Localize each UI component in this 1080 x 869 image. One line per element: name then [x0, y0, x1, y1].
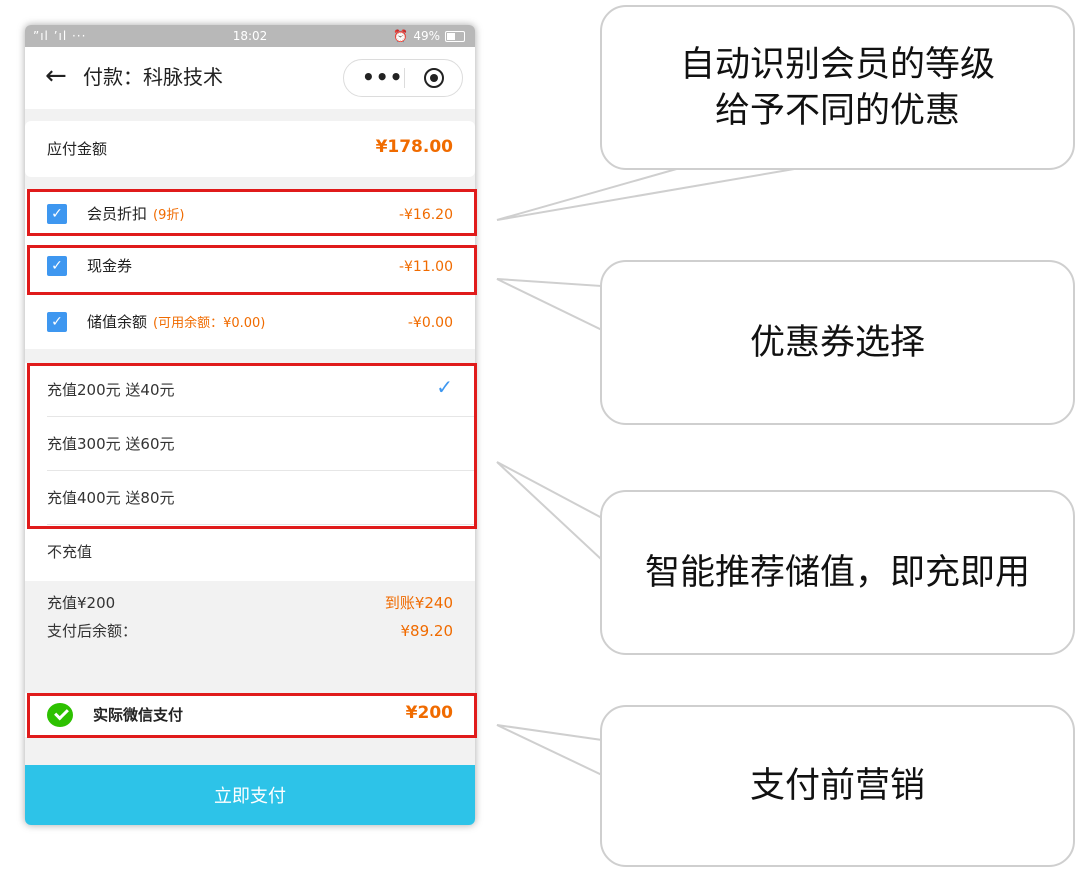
pointer-recharge: [497, 462, 602, 560]
more-icon[interactable]: •••: [362, 65, 403, 89]
page-title: 付款：科脉技术: [83, 63, 223, 91]
callout-member-line2: 给予不同的优惠: [715, 88, 960, 134]
pointer-payment: [497, 725, 602, 775]
target-icon[interactable]: [424, 68, 444, 88]
amount-due-value: ¥178.00: [376, 137, 453, 157]
highlight-recharge-options: [27, 363, 477, 529]
amount-due-label: 应付金额: [47, 139, 107, 159]
recharge-option-label: 不充值: [47, 542, 92, 562]
pay-now-button[interactable]: 立即支付: [25, 765, 475, 825]
highlight-coupon: [27, 245, 477, 295]
back-arrow-icon[interactable]: ←: [45, 61, 67, 91]
callout-recharge-text: 智能推荐储值，即充即用: [645, 550, 1030, 596]
recharge-option-none[interactable]: 不充值: [25, 525, 475, 579]
status-right: ⏰ 49%: [393, 29, 465, 43]
recharge-amount-label: 充值¥200: [47, 593, 115, 613]
status-bar: ”ıl ’ıl ··· 18:02 ⏰ 49%: [25, 25, 475, 47]
nav-bar: ← 付款：科脉技术 •••: [25, 47, 475, 109]
battery-icon: [445, 31, 465, 42]
callout-member-line1: 自动识别会员的等级: [680, 42, 995, 88]
credited-amount: 到账¥240: [385, 593, 453, 613]
checkbox-checked-icon[interactable]: ✓: [47, 312, 67, 332]
stored-balance-hint: (可用余额：¥0.00): [153, 316, 265, 331]
stored-balance-label: 储值余额(可用余额：¥0.00): [87, 312, 265, 334]
callout-recharge: 智能推荐储值，即充即用: [600, 490, 1075, 655]
capsule-divider: [404, 68, 405, 88]
highlight-member-discount: [27, 189, 477, 236]
callout-member-discount: 自动识别会员的等级 给予不同的优惠: [600, 5, 1075, 170]
callout-payment-text: 支付前营销: [750, 763, 925, 809]
callout-payment: 支付前营销: [600, 705, 1075, 867]
callout-coupon-text: 优惠券选择: [750, 320, 925, 366]
battery-percent: 49%: [413, 29, 440, 43]
stored-balance-value: -¥0.00: [408, 313, 453, 333]
pointer-member: [497, 168, 800, 220]
alarm-icon: ⏰: [393, 29, 408, 43]
pointer-coupon: [497, 279, 602, 330]
stored-balance-row[interactable]: ✓ 储值余额(可用余额：¥0.00) -¥0.00: [25, 297, 475, 347]
amount-due-card: 应付金额 ¥178.00: [25, 121, 475, 177]
balance-after-value: ¥89.20: [401, 621, 454, 641]
balance-after-label: 支付后余额：: [47, 621, 137, 641]
mini-program-capsule: •••: [343, 59, 463, 97]
highlight-actual-payment: [27, 693, 477, 738]
callout-coupon: 优惠券选择: [600, 260, 1075, 425]
